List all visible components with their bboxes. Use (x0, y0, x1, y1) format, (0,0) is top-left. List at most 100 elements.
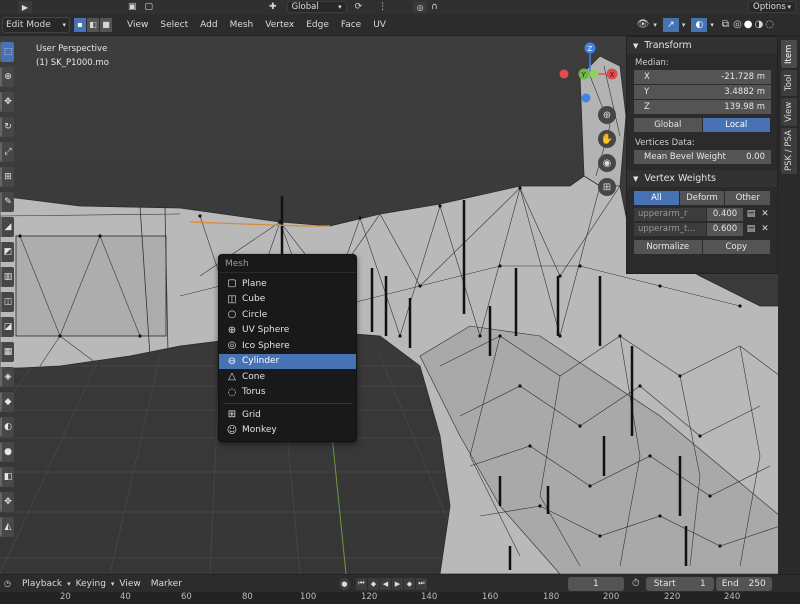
filter-deform-button[interactable]: Deform (679, 191, 725, 205)
median-x-field[interactable]: X -21.728 m (634, 70, 771, 84)
current-frame-field[interactable]: 1 (567, 576, 624, 591)
weight-value[interactable]: 0.600 (707, 222, 743, 236)
menu-item-grid[interactable]: ⊞ Grid (219, 407, 356, 423)
group-name[interactable]: upperarm_r (634, 207, 706, 221)
options-dropdown[interactable]: Options ▾ (748, 1, 796, 13)
global-button[interactable]: Global (634, 118, 702, 132)
filter-all-button[interactable]: All (634, 191, 679, 205)
camera-icon[interactable]: ◉ (598, 154, 616, 172)
frame-ruler[interactable]: 20 40 60 80 100 120 140 160 180 200 220 … (0, 592, 800, 604)
ortho-grid-icon[interactable]: ⊞ (598, 178, 616, 196)
next-keyframe-icon[interactable]: ◆ (403, 577, 415, 590)
normalize-button[interactable]: Normalize (634, 240, 702, 254)
cube-icon-2[interactable]: ▢ (145, 2, 154, 12)
marker-menu[interactable]: Marker (146, 579, 187, 589)
wireframe-shading-icon[interactable]: ◎ (733, 19, 742, 30)
menu-view[interactable]: View (121, 20, 154, 30)
orientation-dropdown[interactable]: Global ▾ (286, 1, 347, 13)
timeline-view-menu[interactable]: View (114, 579, 145, 589)
vertex-weights-header[interactable]: ▼ Vertex Weights (627, 170, 777, 187)
delete-x-icon[interactable]: ✕ (759, 209, 771, 219)
poly-build-icon[interactable]: ◆ (0, 392, 14, 412)
mode-dropdown[interactable]: Edit Mode ▾ (2, 16, 70, 33)
timeline-editor-icon[interactable]: ◷ (4, 579, 11, 588)
gizmo-toggle-icon[interactable]: ↗ (662, 17, 679, 32)
jump-end-icon[interactable]: ⏭ (415, 577, 427, 590)
filter-other-button[interactable]: Other (725, 191, 771, 205)
paste-icon[interactable]: ▤ (745, 209, 757, 219)
solid-shading-icon[interactable]: ● (744, 19, 753, 30)
tab-psk-psa[interactable]: PSK / PSA (781, 128, 797, 174)
median-z-field[interactable]: Z 139.98 m (634, 100, 771, 114)
weight-value[interactable]: 0.400 (707, 207, 743, 221)
play-reverse-icon[interactable]: ◀ (379, 577, 391, 590)
transform-icon[interactable]: ⊞ (0, 167, 14, 187)
spin-icon[interactable]: ◐ (0, 417, 14, 437)
vertex-select-icon[interactable]: ▪ (74, 17, 86, 32)
shrink-icon[interactable]: ✥ (0, 492, 14, 512)
edge-select-icon[interactable]: ◧ (87, 17, 99, 32)
jump-start-icon[interactable]: ⏮ (355, 577, 367, 590)
menu-item-torus[interactable]: ◌ Torus (219, 385, 356, 401)
edge-slide-icon[interactable]: ◧ (0, 467, 14, 487)
move-icon[interactable]: ✥ (0, 92, 14, 112)
menu-select[interactable]: Select (154, 20, 194, 30)
menu-item-cylinder[interactable]: ⊖ Cylinder (219, 353, 356, 369)
cube-icon[interactable]: ▣ (128, 2, 137, 12)
chevron-down-icon[interactable]: ▾ (653, 21, 657, 29)
group-name[interactable]: upperarm_t... (634, 222, 706, 236)
mean-bevel-weight-field[interactable]: Mean Bevel Weight 0.00 (634, 150, 771, 164)
menu-mesh[interactable]: Mesh (224, 20, 260, 30)
select-box-icon[interactable]: ⬚ (0, 42, 14, 62)
menu-item-uv-sphere[interactable]: ⊕ UV Sphere (219, 323, 356, 339)
menu-item-circle[interactable]: ○ Circle (219, 307, 356, 323)
overlay-toggle-icon[interactable]: ◐ (691, 17, 708, 32)
delete-x-icon[interactable]: ✕ (759, 224, 771, 234)
prev-keyframe-icon[interactable]: ◆ (367, 577, 379, 590)
extrude-icon[interactable]: ▥ (0, 267, 14, 287)
tab-tool[interactable]: Tool (781, 70, 797, 96)
annotate-icon[interactable]: ✎ (0, 192, 14, 212)
falloff-icon[interactable]: ∩ (431, 2, 438, 12)
transform-header[interactable]: ▼ Transform (627, 37, 777, 54)
navigation-gizmo[interactable]: Z Y X (554, 40, 624, 110)
cursor-icon[interactable]: ⊕ (0, 67, 14, 87)
grab-icon[interactable]: ✚ (269, 2, 277, 12)
zoom-icon[interactable]: ⊕ (598, 106, 616, 124)
playback-menu[interactable]: Playback (17, 579, 67, 589)
menu-item-cube[interactable]: ◫ Cube (219, 292, 356, 308)
face-select-icon[interactable]: ■ (100, 17, 112, 32)
menu-edge[interactable]: Edge (300, 20, 335, 30)
menu-face[interactable]: Face (335, 20, 367, 30)
stopwatch-icon[interactable]: ⏱ (632, 578, 640, 589)
menu-uv[interactable]: UV (367, 20, 392, 30)
xray-icon[interactable]: ⧉ (722, 19, 729, 30)
scale-icon[interactable]: ⤢ (0, 142, 14, 162)
inset-icon[interactable]: ◫ (0, 292, 14, 312)
loop-cut-icon[interactable]: ▦ (0, 342, 14, 362)
tab-view[interactable]: View (781, 98, 797, 126)
start-frame-field[interactable]: Start 1 (645, 576, 714, 591)
tab-item[interactable]: Item (781, 40, 797, 68)
menu-item-plane[interactable]: ▢ Plane (219, 276, 356, 292)
local-button[interactable]: Local (702, 118, 770, 132)
material-shading-icon[interactable]: ◑ (755, 19, 764, 30)
rendered-shading-icon[interactable]: ◌ (765, 19, 774, 30)
end-frame-field[interactable]: End 250 (715, 576, 772, 591)
keying-menu[interactable]: Keying (71, 579, 111, 589)
paste-icon[interactable]: ▤ (745, 224, 757, 234)
tool-cursor-icon[interactable]: ▶ (18, 1, 32, 13)
smooth-icon[interactable]: ● (0, 442, 14, 462)
pivot-icon[interactable]: ⟳ (355, 2, 363, 12)
menu-item-cone[interactable]: △ Cone (219, 369, 356, 385)
snap-icon[interactable]: ⋮ (378, 2, 387, 12)
chevron-down-icon[interactable]: ▾ (682, 21, 686, 29)
rotate-icon[interactable]: ↻ (0, 117, 14, 137)
copy-button[interactable]: Copy (702, 240, 770, 254)
measure-icon[interactable]: ◢ (0, 217, 14, 237)
chevron-down-icon[interactable]: ▾ (710, 21, 714, 29)
play-icon[interactable]: ▶ (391, 577, 403, 590)
menu-add[interactable]: Add (194, 20, 223, 30)
median-y-field[interactable]: Y 3.4882 m (634, 85, 771, 99)
knife-icon[interactable]: ◈ (0, 367, 14, 387)
